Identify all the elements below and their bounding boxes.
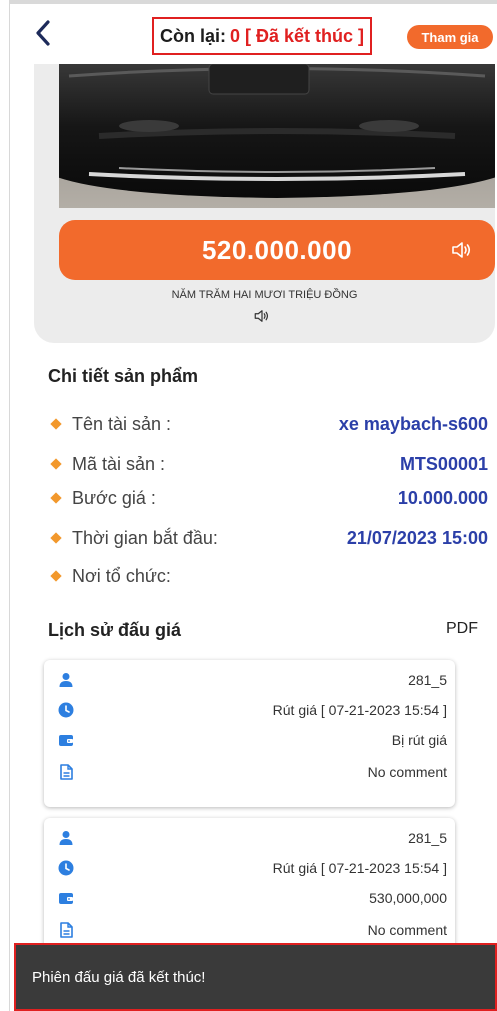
remaining-label: Còn lại: bbox=[159, 25, 226, 46]
product-card: 520.000.000 NĂM TRĂM HAI MƯƠI TRIỆU ĐỒNG bbox=[34, 56, 495, 343]
history-action-row: Rút giá [ 07-21-2023 15:54 ] bbox=[44, 696, 455, 726]
detail-value: xe maybach-s600 bbox=[338, 413, 488, 434]
remaining-value: 0 [ Đã kết thúc ] bbox=[229, 25, 365, 46]
history-amount-row: 530,000,000 bbox=[44, 884, 455, 914]
back-button[interactable] bbox=[28, 18, 58, 48]
header-top-strip bbox=[10, 0, 497, 4]
chevron-left-icon bbox=[36, 20, 50, 46]
history-comment: No comment bbox=[367, 764, 447, 780]
history-user: 281_5 bbox=[408, 830, 447, 846]
price-in-words: NĂM TRĂM HAI MƯƠI TRIỆU ĐỒNG bbox=[171, 289, 358, 301]
detail-label: Tên tài sản : bbox=[72, 413, 172, 434]
history-comment-row: No comment bbox=[44, 758, 455, 788]
history-action: Rút giá [ 07-21-2023 15:54 ] bbox=[272, 860, 447, 876]
diamond-bullet-icon bbox=[50, 418, 62, 430]
person-icon bbox=[59, 831, 73, 845]
current-price: 520.000.000 bbox=[201, 234, 353, 265]
document-icon bbox=[60, 922, 73, 938]
history-comment: No comment bbox=[367, 922, 447, 938]
detail-row-venue: Nơi tổ chức: bbox=[50, 562, 488, 590]
detail-value: 10.000.000 bbox=[397, 487, 488, 508]
remaining-status-box: Còn lại: 0 [ Đã kết thúc ] bbox=[152, 17, 372, 55]
detail-row-start-time: Thời gian bắt đầu: 21/07/2023 15:00 bbox=[50, 524, 488, 552]
history-action: Rút giá [ 07-21-2023 15:54 ] bbox=[272, 702, 447, 718]
join-button[interactable]: Tham gia bbox=[407, 25, 493, 49]
history-amount-row: Bị rút giá bbox=[44, 726, 455, 756]
current-price-button[interactable]: 520.000.000 bbox=[59, 220, 495, 280]
document-icon bbox=[60, 764, 73, 780]
history-user-row: 281_5 bbox=[44, 824, 455, 854]
auction-history-title: Lịch sử đấu giá bbox=[48, 620, 182, 640]
car-rear-image bbox=[59, 56, 495, 208]
wallet-icon bbox=[59, 893, 73, 904]
clock-icon bbox=[58, 702, 74, 718]
history-amount: Bị rút giá bbox=[391, 732, 447, 748]
app-header: Còn lại: 0 [ Đã kết thúc ] Tham gia bbox=[10, 0, 497, 64]
history-entry-card: 281_5 Rút giá [ 07-21-2023 15:54 ] Bị rú… bbox=[44, 660, 455, 807]
speaker-small-icon[interactable] bbox=[253, 308, 271, 324]
left-frame-edge bbox=[0, 0, 10, 1011]
detail-label: Thời gian bắt đầu: bbox=[72, 527, 218, 548]
speaker-icon[interactable] bbox=[449, 238, 473, 262]
product-details-title: Chi tiết sản phẩm bbox=[48, 366, 199, 386]
diamond-bullet-icon bbox=[50, 458, 62, 470]
product-photo bbox=[59, 56, 495, 208]
clock-icon bbox=[58, 860, 74, 876]
snackbar-toast: Phiên đấu giá đã kết thúc! bbox=[14, 943, 497, 1011]
wallet-icon bbox=[59, 735, 73, 746]
history-comment-row: No comment bbox=[44, 916, 455, 946]
diamond-bullet-icon bbox=[50, 492, 62, 504]
detail-row-asset-name: Tên tài sản : xe maybach-s600 bbox=[50, 410, 488, 438]
detail-label: Bước giá : bbox=[72, 487, 156, 508]
detail-value: 21/07/2023 15:00 bbox=[346, 527, 488, 548]
toast-message: Phiên đấu giá đã kết thúc! bbox=[32, 968, 206, 986]
history-user: 281_5 bbox=[408, 672, 447, 688]
history-user-row: 281_5 bbox=[44, 666, 455, 696]
detail-label: Mã tài sản : bbox=[72, 453, 166, 474]
diamond-bullet-icon bbox=[50, 532, 62, 544]
detail-value: MTS00001 bbox=[399, 453, 488, 474]
history-amount: 530,000,000 bbox=[369, 890, 447, 906]
diamond-bullet-icon bbox=[50, 570, 62, 582]
history-action-row: Rút giá [ 07-21-2023 15:54 ] bbox=[44, 854, 455, 884]
pdf-export-link[interactable]: PDF bbox=[446, 620, 478, 638]
detail-row-asset-code: Mã tài sản : MTS00001 bbox=[50, 450, 488, 478]
person-icon bbox=[59, 673, 73, 687]
detail-row-price-step: Bước giá : 10.000.000 bbox=[50, 484, 488, 512]
detail-label: Nơi tổ chức: bbox=[72, 565, 171, 586]
